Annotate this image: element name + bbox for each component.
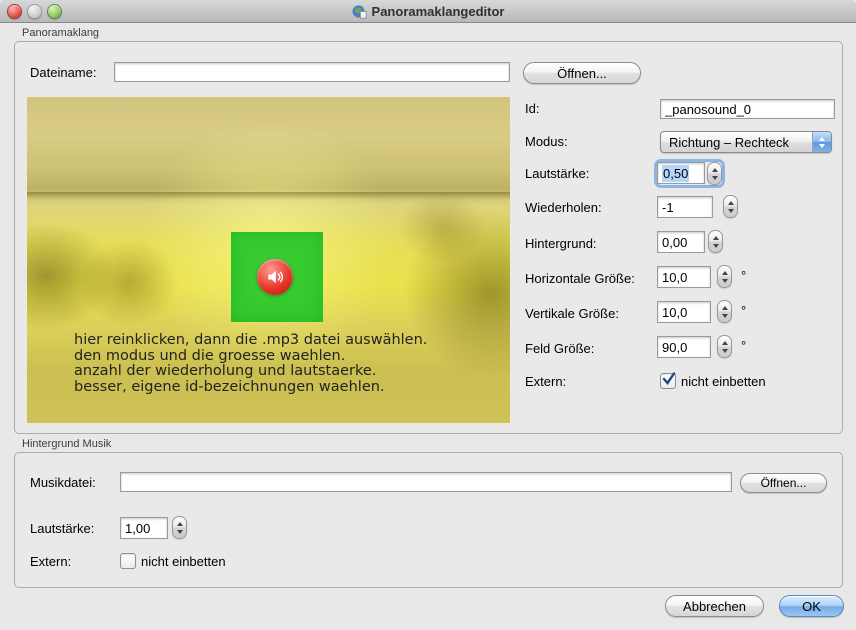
panorama-sound-editor-window: Panoramaklangeditor Panoramaklang Datein… [0,0,856,630]
volume-field[interactable]: 0,50 [657,162,705,184]
hsize-field[interactable]: 10,0 [657,266,711,288]
modus-label: Modus: [525,134,568,149]
musik-group-label: Hintergrund Musik [22,438,111,450]
hsize-unit: ° [741,268,746,283]
vsize-field[interactable]: 10,0 [657,301,711,323]
hsize-label: Horizontale Größe: [525,271,635,286]
dateiname-label: Dateiname: [30,65,96,80]
app-icon [352,4,367,19]
fieldsize-label: Feld Größe: [525,341,594,356]
vsize-stepper[interactable] [717,300,732,323]
cancel-button[interactable]: Abbrechen [665,595,764,617]
dateiname-input[interactable] [114,62,510,82]
volume-label: Lautstärke: [525,166,589,181]
fieldsize-unit: ° [741,338,746,353]
extern-checkbox[interactable] [660,373,676,389]
musik-volume-value: 1,00 [125,521,150,536]
musik-oeffnen-button[interactable]: Öffnen... [740,473,827,493]
oeffnen-button[interactable]: Öffnen... [523,62,641,84]
hint-line-4: besser, eigene id-bezeichnungen waehlen. [74,380,427,396]
fieldsize-value: 90,0 [662,340,687,355]
window-title: Panoramaklangeditor [372,4,505,19]
titlebar[interactable]: Panoramaklangeditor [0,0,856,23]
hint-line-2: den modus und die groesse waehlen. [74,349,427,365]
id-input[interactable] [660,99,835,119]
zoom-button[interactable] [47,4,62,19]
musikdatei-label: Musikdatei: [30,475,96,490]
musik-volume-field[interactable]: 1,00 [120,517,168,539]
extern-label: Extern: [525,374,566,389]
background-value: 0,00 [662,235,687,250]
hsize-stepper[interactable] [717,265,732,288]
ceiling-beam [27,192,510,200]
musik-extern-checkbox[interactable] [120,553,136,569]
popup-arrows-icon [812,132,831,152]
speaker-glyph [265,267,285,287]
vsize-label: Vertikale Größe: [525,306,619,321]
volume-focus-ring: 0,50 [657,162,722,185]
hint-line-3: anzahl der wiederholung und lautstaerke. [74,364,427,380]
repeat-field[interactable]: -1 [657,196,713,218]
hsize-value: 10,0 [662,270,687,285]
repeat-label: Wiederholen: [525,200,602,215]
musik-volume-stepper[interactable] [172,516,187,539]
musikdatei-input[interactable] [120,472,732,492]
fieldsize-field[interactable]: 90,0 [657,336,711,358]
repeat-value: -1 [662,200,674,215]
background-stepper[interactable] [708,230,723,253]
speaker-icon[interactable] [257,259,293,295]
close-button[interactable] [7,4,22,19]
window-title-area: Panoramaklangeditor [352,4,505,19]
modus-selected-value: Richtung – Rechteck [661,135,812,150]
minimize-button[interactable] [27,4,42,19]
musik-extern-label: Extern: [30,554,71,569]
repeat-stepper[interactable] [723,195,738,218]
musik-extern-checkbox-label[interactable]: nicht einbetten [141,554,226,569]
ok-button[interactable]: OK [779,595,844,617]
volume-stepper[interactable] [707,162,722,185]
fieldsize-stepper[interactable] [717,335,732,358]
panorama-preview[interactable]: hier reinklicken, dann die .mp3 datei au… [27,97,510,423]
hint-line-1: hier reinklicken, dann die .mp3 datei au… [74,333,427,349]
id-label: Id: [525,101,539,116]
check-icon [661,371,677,387]
volume-value: 0,50 [662,165,689,182]
musik-volume-label: Lautstärke: [30,521,94,536]
panoramaklang-group-label: Panoramaklang [22,27,99,39]
extern-checkbox-label[interactable]: nicht einbetten [681,374,766,389]
background-field[interactable]: 0,00 [657,231,705,253]
background-label: Hintergrund: [525,236,597,251]
preview-hint-text: hier reinklicken, dann die .mp3 datei au… [74,333,427,395]
vsize-value: 10,0 [662,305,687,320]
vsize-unit: ° [741,303,746,318]
modus-select[interactable]: Richtung – Rechteck [660,131,832,153]
